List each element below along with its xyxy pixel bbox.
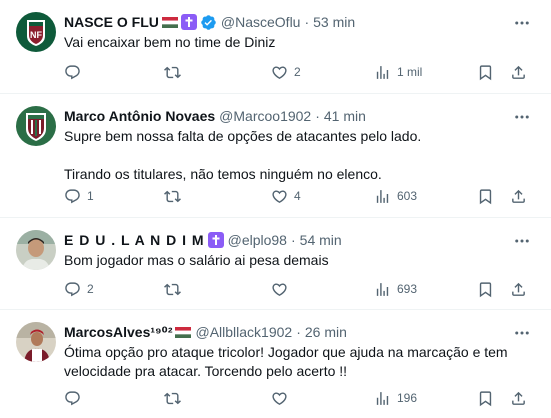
retweet-button[interactable] — [164, 188, 187, 205]
club-crest-icon: NF — [16, 12, 56, 52]
retweet-icon — [164, 392, 181, 404]
timestamp[interactable]: 26 min — [305, 324, 347, 340]
reply-icon — [65, 64, 80, 79]
display-name[interactable]: E D U . L A N D I M — [64, 232, 205, 248]
bookmark-icon — [479, 390, 492, 406]
more-options-icon[interactable] — [513, 232, 531, 250]
like-button[interactable]: 4 — [271, 188, 301, 205]
display-name[interactable]: Marco Antônio Novaes — [64, 108, 215, 124]
like-button[interactable] — [271, 390, 294, 407]
tweet-actions: 1 4 603 — [64, 186, 537, 206]
reply-button[interactable] — [64, 390, 87, 407]
tweet-text: Vai encaixar bem no time de Diniz — [64, 34, 276, 50]
tweet-text: Ótima opção pro ataque tricolor! Jogador… — [64, 344, 508, 379]
retweet-icon — [164, 190, 181, 202]
heart-icon — [272, 391, 287, 405]
bookmark-button[interactable] — [477, 64, 494, 81]
share-button[interactable] — [510, 64, 527, 81]
display-name[interactable]: MarcosAlves¹⁹⁰² — [64, 324, 172, 341]
profile-photo-icon — [16, 322, 56, 362]
like-button[interactable]: 2 — [271, 64, 301, 81]
hungary-flag-icon — [175, 326, 192, 338]
views-button[interactable]: 603 — [374, 188, 417, 205]
profile-photo-icon — [16, 230, 56, 270]
bookmark-button[interactable] — [477, 188, 494, 205]
tweet-text: Bom jogador mas o salário ai pesa demais — [64, 252, 329, 268]
svg-text:NF: NF — [30, 30, 42, 40]
bookmark-icon — [479, 64, 492, 80]
timestamp[interactable]: 41 min — [324, 108, 366, 124]
handle[interactable]: @elplo98 — [228, 232, 287, 248]
avatar[interactable] — [16, 322, 56, 362]
reply-button[interactable]: 2 — [64, 281, 94, 298]
heart-icon — [272, 282, 287, 296]
avatar[interactable] — [16, 106, 56, 146]
tweet[interactable]: Marco Antônio Novaes @Marcoo1902 · 41 mi… — [0, 94, 551, 218]
share-button[interactable] — [510, 281, 527, 298]
display-name[interactable]: NASCE O FLU — [64, 14, 159, 30]
bookmark-icon — [479, 188, 492, 204]
tweet-actions: 2 693 — [64, 279, 537, 299]
views-button[interactable]: 1 mil — [374, 64, 422, 81]
views-icon — [376, 391, 389, 405]
tweet[interactable]: NF NASCE O FLU @NasceOflu · 53 min Vai e… — [0, 0, 551, 94]
handle[interactable]: @NasceOflu — [221, 14, 301, 30]
more-options-icon[interactable] — [513, 324, 531, 342]
reply-icon — [65, 281, 80, 296]
tweet[interactable]: MarcosAlves¹⁹⁰² @Allbllack1902 · 26 min … — [0, 310, 551, 418]
share-button[interactable] — [510, 188, 527, 205]
handle[interactable]: @Marcoo1902 — [219, 108, 311, 124]
retweet-button[interactable] — [164, 281, 187, 298]
retweet-icon — [164, 66, 181, 78]
bookmark-icon — [479, 281, 492, 297]
hungary-flag-icon — [161, 16, 178, 28]
verified-icon — [200, 14, 217, 31]
tweet[interactable]: E D U . L A N D I M @elplo98 · 54 min Bo… — [0, 218, 551, 310]
tweet-actions: 2 1 mil — [64, 62, 537, 82]
share-icon — [512, 189, 525, 203]
club-crest-icon — [16, 106, 56, 146]
bookmark-button[interactable] — [477, 390, 494, 407]
views-icon — [376, 282, 389, 296]
heart-icon — [272, 65, 287, 79]
retweet-button[interactable] — [164, 64, 187, 81]
share-button[interactable] — [510, 390, 527, 407]
like-button[interactable] — [271, 281, 294, 298]
tweet-text: Supre bem nossa falta de opções de ataca… — [64, 128, 422, 182]
handle[interactable]: @Allbllack1902 — [195, 324, 292, 340]
more-options-icon[interactable] — [513, 108, 531, 126]
reply-icon — [65, 390, 80, 405]
reply-button[interactable] — [64, 64, 87, 81]
avatar[interactable] — [16, 230, 56, 270]
more-options-icon[interactable] — [513, 14, 531, 32]
views-button[interactable]: 693 — [374, 281, 417, 298]
reply-icon — [65, 188, 80, 203]
timestamp[interactable]: 53 min — [313, 14, 355, 30]
share-icon — [512, 65, 525, 79]
cross-badge-icon — [207, 232, 224, 248]
retweet-icon — [164, 283, 181, 295]
replies-feed: NF NASCE O FLU @NasceOflu · 53 min Vai e… — [0, 0, 551, 418]
retweet-button[interactable] — [164, 390, 187, 407]
heart-icon — [272, 189, 287, 203]
views-icon — [376, 189, 389, 203]
bookmark-button[interactable] — [477, 281, 494, 298]
views-button[interactable]: 196 — [374, 390, 417, 407]
cross-badge-icon — [180, 14, 197, 30]
share-icon — [512, 391, 525, 405]
share-icon — [512, 282, 525, 296]
reply-button[interactable]: 1 — [64, 188, 94, 205]
views-icon — [376, 65, 389, 79]
avatar[interactable]: NF — [16, 12, 56, 52]
tweet-actions: 196 — [64, 388, 537, 408]
timestamp[interactable]: 54 min — [300, 232, 342, 248]
